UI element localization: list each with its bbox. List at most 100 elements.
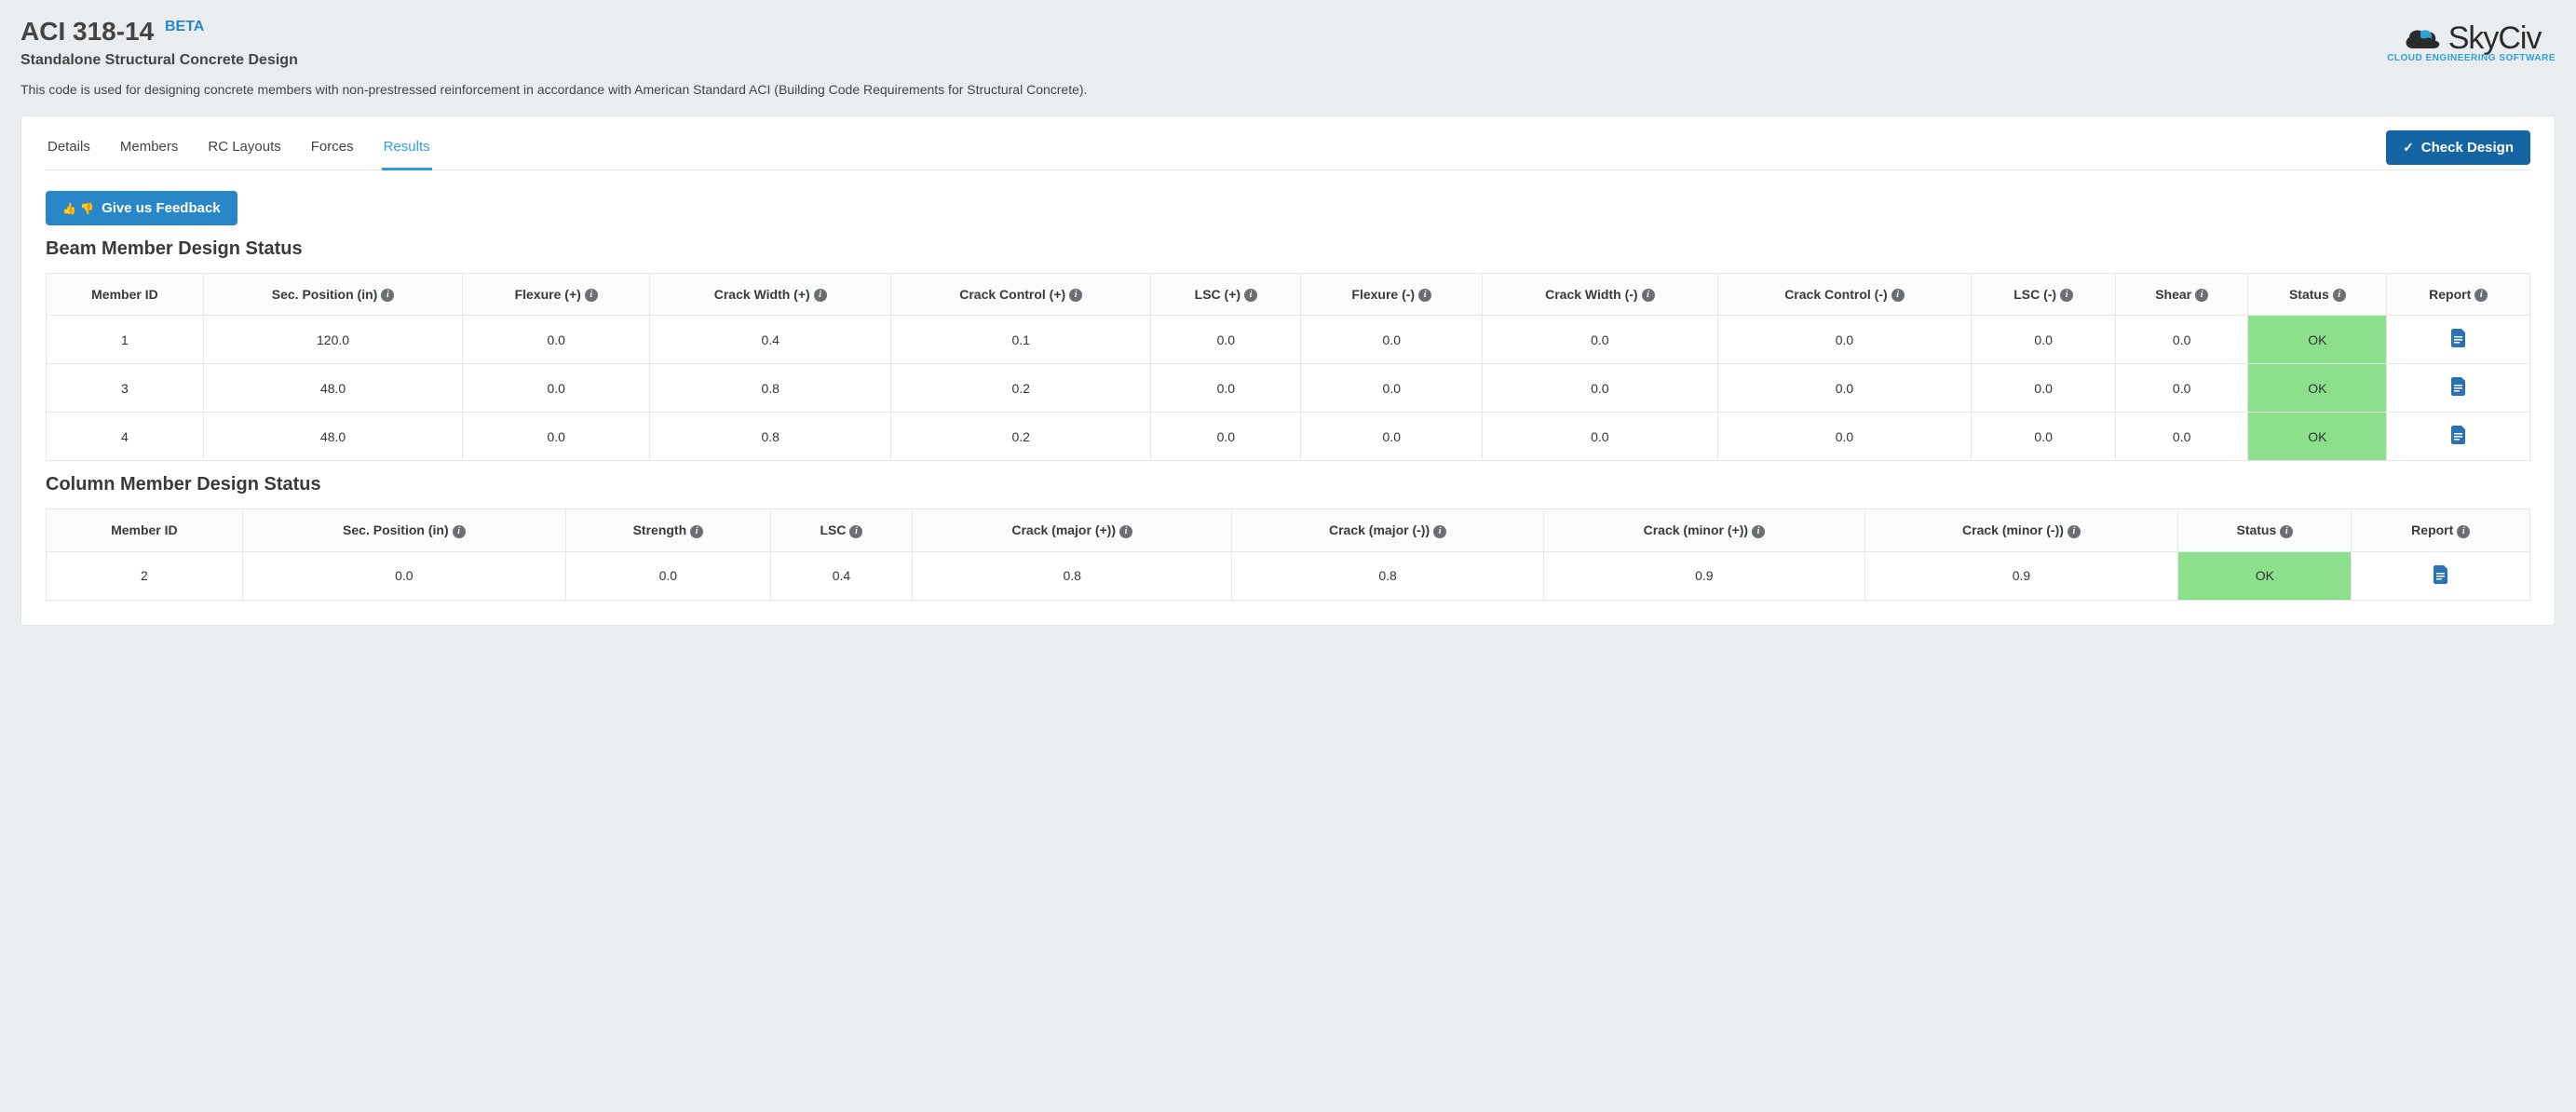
report-icon[interactable] [2450,426,2467,444]
feedback-label: Give us Feedback [102,200,221,216]
info-icon[interactable]: i [1433,525,1446,538]
cell-lsc-neg: 0.0 [1972,413,2116,461]
cell-crack-minor-neg: 0.9 [1864,551,2178,600]
report-icon[interactable] [2450,329,2467,347]
cell-member-id: 1 [47,316,204,364]
info-icon[interactable]: i [1244,289,1257,302]
skyciv-logo: SkyCiv CLOUD ENGINEERING SOFTWARE [2387,20,2556,63]
beta-badge: BETA [165,19,204,34]
col-th-crack-minor-neg: Crack (minor (-))i [1864,509,2178,551]
cell-crack-control-neg: 0.0 [1717,364,1972,413]
cell-sec-position: 48.0 [203,413,462,461]
title-text: ACI 318-14 [20,17,154,46]
cell-shear: 0.0 [2116,364,2248,413]
info-icon[interactable]: i [814,289,827,302]
cell-report [2387,413,2530,461]
tab-members[interactable]: Members [118,126,181,170]
cell-status: OK [2178,551,2352,600]
cell-shear: 0.0 [2116,413,2248,461]
beam-th-status: Statusi [2248,274,2387,316]
col-th-crack-minor-pos: Crack (minor (+))i [1544,509,1865,551]
cell-crack-control-pos: 0.1 [891,316,1151,364]
cell-crack-width-neg: 0.0 [1483,413,1718,461]
tab-details[interactable]: Details [46,126,92,170]
info-icon[interactable]: i [1418,289,1431,302]
beam-th-lsc-pos: LSC (+)i [1151,274,1301,316]
cell-member-id: 4 [47,413,204,461]
cell-crack-width-pos: 0.8 [650,413,891,461]
info-icon[interactable]: i [1752,525,1765,538]
info-icon[interactable]: i [2068,525,2081,538]
col-th-member-id: Member ID [47,509,243,551]
cell-status: OK [2248,316,2387,364]
info-icon[interactable]: i [1069,289,1082,302]
cell-strength: 0.0 [565,551,770,600]
table-row: 20.00.00.40.80.80.90.9OK [47,551,2530,600]
cell-crack-control-pos: 0.2 [891,364,1151,413]
beam-th-crack-control-neg: Crack Control (-)i [1717,274,1972,316]
tab-rc-layouts[interactable]: RC Layouts [206,126,282,170]
cell-sec-position: 48.0 [203,364,462,413]
info-icon[interactable]: i [453,525,466,538]
info-icon[interactable]: i [585,289,598,302]
cell-member-id: 3 [47,364,204,413]
info-icon[interactable]: i [2474,289,2488,302]
col-th-lsc: LSCi [770,509,912,551]
info-icon[interactable]: i [1891,289,1905,302]
info-icon[interactable]: i [2060,289,2073,302]
cell-sec-position: 0.0 [242,551,565,600]
info-icon[interactable]: i [849,525,862,538]
logo-subtext: CLOUD ENGINEERING SOFTWARE [2387,53,2556,63]
beam-th-lsc-neg: LSC (-)i [1972,274,2116,316]
table-row: 448.00.00.80.20.00.00.00.00.00.0OK [47,413,2530,461]
info-icon[interactable]: i [2333,289,2346,302]
thumb-down-icon: 👎 [80,202,94,215]
info-icon[interactable]: i [381,289,394,302]
col-th-crack-major-neg: Crack (major (-))i [1232,509,1544,551]
beam-th-crack-width-neg: Crack Width (-)i [1483,274,1718,316]
info-icon[interactable]: i [690,525,703,538]
feedback-button[interactable]: 👍 👎 Give us Feedback [46,191,237,225]
cell-crack-width-pos: 0.4 [650,316,891,364]
thumb-up-icon: 👍 [62,202,76,215]
cell-lsc-neg: 0.0 [1972,364,2116,413]
cell-lsc-pos: 0.0 [1151,316,1301,364]
cell-crack-width-neg: 0.0 [1483,364,1718,413]
beam-th-flexure-pos: Flexure (+)i [463,274,650,316]
cell-lsc-neg: 0.0 [1972,316,2116,364]
tab-results[interactable]: Results [382,126,432,170]
tab-forces[interactable]: Forces [309,126,356,170]
info-icon[interactable]: i [2195,289,2208,302]
cell-flexure-pos: 0.0 [463,316,650,364]
cell-report [2352,551,2530,600]
beam-th-shear: Sheari [2116,274,2248,316]
report-icon[interactable] [2450,377,2467,396]
check-design-button[interactable]: ✓ Check Design [2386,130,2530,165]
info-icon[interactable]: i [1119,525,1132,538]
info-icon[interactable]: i [2280,525,2293,538]
col-th-strength: Strengthi [565,509,770,551]
page-title: ACI 318-14 BETA [20,17,2387,47]
beam-th-crack-width-pos: Crack Width (+)i [650,274,891,316]
col-th-status: Statusi [2178,509,2352,551]
logo-text: SkyCiv [2448,20,2542,57]
info-icon[interactable]: i [2457,525,2470,538]
cell-crack-major-neg: 0.8 [1232,551,1544,600]
beam-th-flexure-neg: Flexure (-)i [1301,274,1483,316]
cell-shear: 0.0 [2116,316,2248,364]
cell-flexure-neg: 0.0 [1301,316,1483,364]
cell-crack-minor-pos: 0.9 [1544,551,1865,600]
cell-flexure-neg: 0.0 [1301,364,1483,413]
col-th-crack-major-pos: Crack (major (+))i [913,509,1232,551]
cloud-icon [2402,22,2443,56]
info-icon[interactable]: i [1642,289,1655,302]
cell-lsc: 0.4 [770,551,912,600]
beam-th-crack-control-pos: Crack Control (+)i [891,274,1151,316]
report-icon[interactable] [2433,565,2449,584]
cell-status: OK [2248,364,2387,413]
check-design-label: Check Design [2421,140,2514,156]
page-description: This code is used for designing concrete… [20,82,2387,97]
cell-flexure-pos: 0.0 [463,413,650,461]
beam-section-title: Beam Member Design Status [46,238,2530,260]
cell-member-id: 2 [47,551,243,600]
